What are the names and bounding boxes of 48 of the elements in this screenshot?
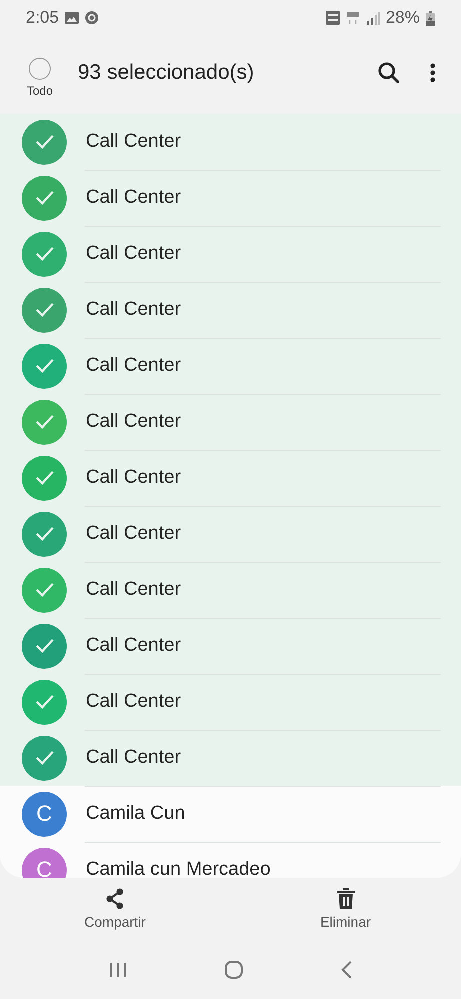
select-all-label: Todo xyxy=(26,84,54,98)
recent-apps-icon[interactable] xyxy=(108,962,126,978)
contact-name: Call Center xyxy=(86,299,182,321)
battery-percentage: 28% xyxy=(386,8,420,28)
contact-name: Camila cun Mercadeo xyxy=(86,859,271,878)
image-icon xyxy=(65,12,80,24)
share-button[interactable]: Compartir xyxy=(0,878,230,940)
lte-icon xyxy=(346,11,360,25)
contact-name: Call Center xyxy=(86,691,182,713)
contact-row[interactable]: Call Center xyxy=(0,226,461,282)
contact-row[interactable]: Call Center xyxy=(0,394,461,450)
volte-icon xyxy=(326,11,340,25)
status-time: 2:05 xyxy=(26,8,60,28)
app-notification-icon xyxy=(85,11,100,25)
contact-row[interactable]: Call Center xyxy=(0,170,461,226)
battery-charging-icon xyxy=(426,10,435,26)
contact-name: Call Center xyxy=(86,467,182,489)
home-icon[interactable] xyxy=(224,960,244,980)
contact-avatar: C xyxy=(22,848,67,878)
contact-avatar: C xyxy=(22,792,67,836)
back-icon[interactable] xyxy=(340,960,352,978)
contact-row[interactable]: Call Center xyxy=(0,618,461,674)
contact-name: Call Center xyxy=(86,355,182,377)
delete-button[interactable]: Eliminar xyxy=(230,878,461,940)
share-icon xyxy=(105,888,126,910)
contact-row[interactable]: Call Center xyxy=(0,450,461,506)
contact-name: Call Center xyxy=(86,411,182,433)
select-all-checkbox[interactable] xyxy=(29,58,51,80)
contact-name: Camila Cun xyxy=(86,803,186,825)
contact-name: Call Center xyxy=(86,187,182,209)
selection-count-title: 93 seleccionado(s) xyxy=(78,61,256,85)
contact-row[interactable]: Call Center xyxy=(0,674,461,730)
contact-name: Call Center xyxy=(86,243,182,265)
contact-row[interactable]: Call Center xyxy=(0,114,461,170)
contact-row[interactable]: Call Center xyxy=(0,338,461,394)
contact-name: Call Center xyxy=(86,579,182,601)
contact-row[interactable]: Call Center xyxy=(0,282,461,338)
search-icon[interactable] xyxy=(378,62,400,84)
contact-name: Call Center xyxy=(86,523,182,545)
contact-row[interactable]: Call Center xyxy=(0,506,461,562)
contact-name: Call Center xyxy=(86,635,182,657)
contact-name: Call Center xyxy=(86,747,182,769)
signal-icon xyxy=(366,11,380,25)
more-options-icon[interactable] xyxy=(430,63,436,83)
contact-name: Call Center xyxy=(86,131,182,153)
trash-icon xyxy=(336,888,355,910)
contact-row[interactable]: Call Center xyxy=(0,562,461,618)
contact-row[interactable]: Call Center xyxy=(0,730,461,786)
